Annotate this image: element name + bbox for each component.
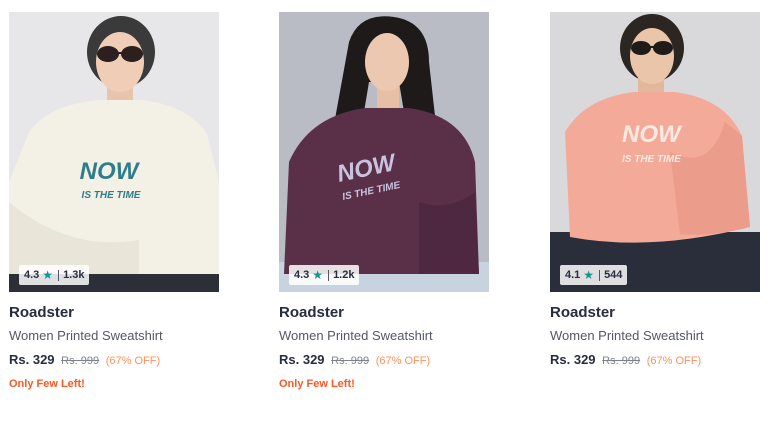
rating-badge: 4.3 ★ 1.3k — [19, 265, 90, 285]
product-brand: Roadster — [550, 304, 616, 321]
product-name: Women Printed Sweatshirt — [550, 328, 704, 343]
stock-alert: Only Few Left! — [279, 378, 355, 390]
product-price: Rs. 329 — [9, 352, 55, 367]
price-row: Rs. 329 Rs. 999 (67% OFF) — [9, 352, 219, 369]
price-row: Rs. 329 Rs. 999 (67% OFF) — [279, 352, 489, 369]
rating-badge: 4.1 ★ 544 — [560, 265, 628, 285]
rating-badge: 4.3 ★ 1.2k — [289, 265, 360, 285]
product-discount: (67% OFF) — [646, 355, 702, 367]
stock-alert: Only Few Left! — [9, 378, 85, 390]
product-card[interactable]: NOW IS THE TIME 4.1 ★ 544 Roadster Women… — [550, 12, 760, 369]
rating-count: 544 — [604, 269, 623, 281]
rating-value: 4.1 — [565, 269, 581, 281]
svg-text:NOW: NOW — [622, 121, 683, 148]
price-row: Rs. 329 Rs. 999 (67% OFF) — [550, 352, 760, 369]
product-info: Roadster Women Printed Sweatshirt Rs. 32… — [550, 304, 760, 369]
product-card[interactable]: NOW IS THE TIME 4.3 ★ 1.3k Roadster Wome… — [9, 12, 219, 391]
svg-text:IS THE TIME: IS THE TIME — [82, 190, 141, 201]
product-image[interactable]: NOW IS THE TIME 4.1 ★ 544 — [550, 12, 760, 292]
product-discount: (67% OFF) — [375, 355, 431, 367]
product-discount: (67% OFF) — [105, 355, 161, 367]
product-price: Rs. 329 — [279, 352, 325, 367]
product-brand: Roadster — [9, 304, 75, 321]
star-icon: ★ — [312, 268, 324, 282]
product-mrp: Rs. 999 — [602, 355, 641, 367]
star-icon: ★ — [42, 268, 54, 282]
product-mrp: Rs. 999 — [61, 355, 100, 367]
star-icon: ★ — [583, 268, 595, 282]
product-brand: Roadster — [279, 304, 345, 321]
product-name: Women Printed Sweatshirt — [9, 328, 163, 343]
product-grid: NOW IS THE TIME 4.3 ★ 1.3k Roadster Wome… — [0, 0, 769, 444]
rating-divider — [599, 269, 601, 281]
rating-value: 4.3 — [294, 269, 310, 281]
svg-text:NOW: NOW — [80, 158, 141, 185]
rating-divider — [328, 269, 330, 281]
rating-count: 1.3k — [63, 269, 85, 281]
product-mrp: Rs. 999 — [331, 355, 370, 367]
product-image[interactable]: NOW IS THE TIME 4.3 ★ 1.2k — [279, 12, 489, 292]
product-name: Women Printed Sweatshirt — [279, 328, 433, 343]
product-info: Roadster Women Printed Sweatshirt Rs. 32… — [9, 304, 219, 391]
svg-text:IS THE TIME: IS THE TIME — [622, 154, 681, 165]
product-image[interactable]: NOW IS THE TIME 4.3 ★ 1.3k — [9, 12, 219, 292]
rating-value: 4.3 — [24, 269, 40, 281]
product-price: Rs. 329 — [550, 352, 596, 367]
product-card[interactable]: NOW IS THE TIME 4.3 ★ 1.2k Roadster Wome… — [279, 12, 489, 391]
rating-divider — [58, 269, 60, 281]
rating-count: 1.2k — [333, 269, 355, 281]
product-info: Roadster Women Printed Sweatshirt Rs. 32… — [279, 304, 489, 391]
